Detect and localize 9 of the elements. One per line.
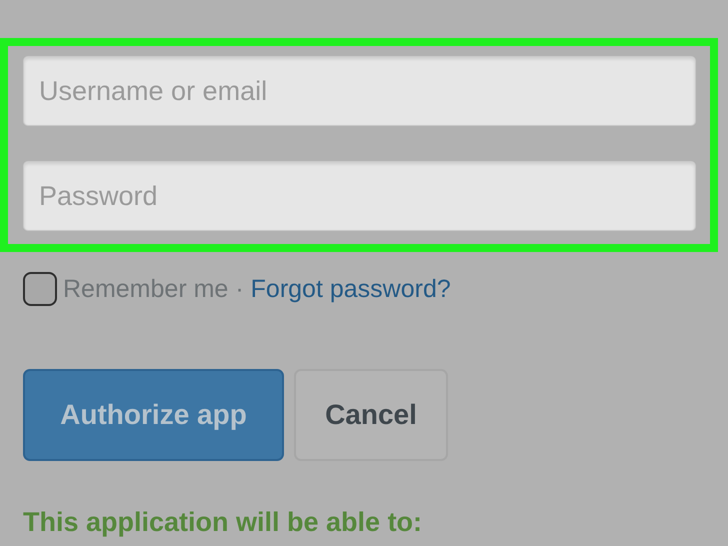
- authorize-button[interactable]: Authorize app: [23, 369, 284, 461]
- separator-dot: ·: [235, 274, 244, 304]
- username-field[interactable]: Username or email: [23, 56, 696, 126]
- remember-label: Remember me: [63, 274, 228, 304]
- permissions-heading: This application will be able to:: [23, 507, 424, 537]
- cancel-button[interactable]: Cancel: [294, 369, 448, 461]
- forgot-password-link[interactable]: Forgot password?: [250, 274, 451, 304]
- remember-checkbox[interactable]: [23, 272, 57, 306]
- password-field[interactable]: Password: [23, 161, 696, 231]
